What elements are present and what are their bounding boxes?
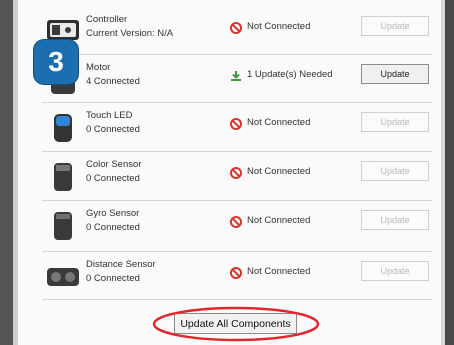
update-button-gyro-sensor[interactable]: Update	[361, 210, 429, 230]
row-divider	[42, 54, 432, 55]
not-connected-icon	[230, 167, 242, 179]
component-status: 0 Connected	[86, 273, 140, 284]
component-name: Motor	[86, 62, 111, 73]
highlight-circle-annotation	[152, 306, 320, 342]
distance-sensor-icon	[47, 268, 79, 286]
connection-status-text: Not Connected	[247, 215, 311, 226]
window-frame-right	[445, 0, 454, 345]
component-row-touch-led: Touch LED 0 Connected Not Connected Upda…	[40, 104, 435, 152]
component-name: Gyro Sensor	[86, 208, 140, 219]
connection-status-text: Not Connected	[247, 21, 311, 32]
connection-status-text: Not Connected	[247, 166, 311, 177]
update-button-distance-sensor[interactable]: Update	[361, 261, 429, 281]
component-status: 0 Connected	[86, 173, 140, 184]
component-status: 0 Connected	[86, 124, 140, 135]
color-sensor-icon	[54, 163, 72, 191]
component-status: 0 Connected	[86, 222, 140, 233]
row-divider	[42, 200, 432, 201]
connection-status-text: Not Connected	[247, 117, 311, 128]
component-status: 4 Connected	[86, 76, 140, 87]
update-needed-icon	[231, 71, 241, 81]
not-connected-icon	[230, 216, 242, 228]
step-number-badge: 3	[34, 40, 78, 84]
component-row-motor: Motor 4 Connected 1 Update(s) Needed Upd…	[40, 56, 435, 104]
component-name: Controller	[86, 14, 128, 25]
update-button-motor[interactable]: Update	[361, 64, 429, 84]
row-divider	[42, 251, 432, 252]
component-row-controller: Controller Current Version: N/A Not Conn…	[40, 8, 435, 56]
not-connected-icon	[230, 267, 242, 279]
row-divider	[42, 299, 432, 300]
row-divider	[42, 151, 432, 152]
gyro-sensor-icon	[54, 212, 72, 240]
component-name: Color Sensor	[86, 159, 142, 170]
component-row-distance-sensor: Distance Sensor 0 Connected Not Connecte…	[40, 253, 435, 301]
not-connected-icon	[230, 22, 242, 34]
component-status: Current Version: N/A	[86, 28, 174, 39]
connection-status-text: Not Connected	[247, 266, 311, 277]
component-row-color-sensor: Color Sensor 0 Connected Not Connected U…	[40, 153, 435, 201]
touch-led-icon	[54, 114, 72, 142]
update-button-controller[interactable]: Update	[361, 16, 429, 36]
window-frame-left	[0, 0, 13, 345]
component-name: Distance Sensor	[86, 259, 156, 270]
component-name: Touch LED	[86, 110, 133, 121]
update-button-touch-led[interactable]: Update	[361, 112, 429, 132]
update-button-color-sensor[interactable]: Update	[361, 161, 429, 181]
row-divider	[42, 102, 432, 103]
component-row-gyro-sensor: Gyro Sensor 0 Connected Not Connected Up…	[40, 202, 435, 250]
connection-status-text: 1 Update(s) Needed	[247, 69, 333, 80]
not-connected-icon	[230, 118, 242, 130]
